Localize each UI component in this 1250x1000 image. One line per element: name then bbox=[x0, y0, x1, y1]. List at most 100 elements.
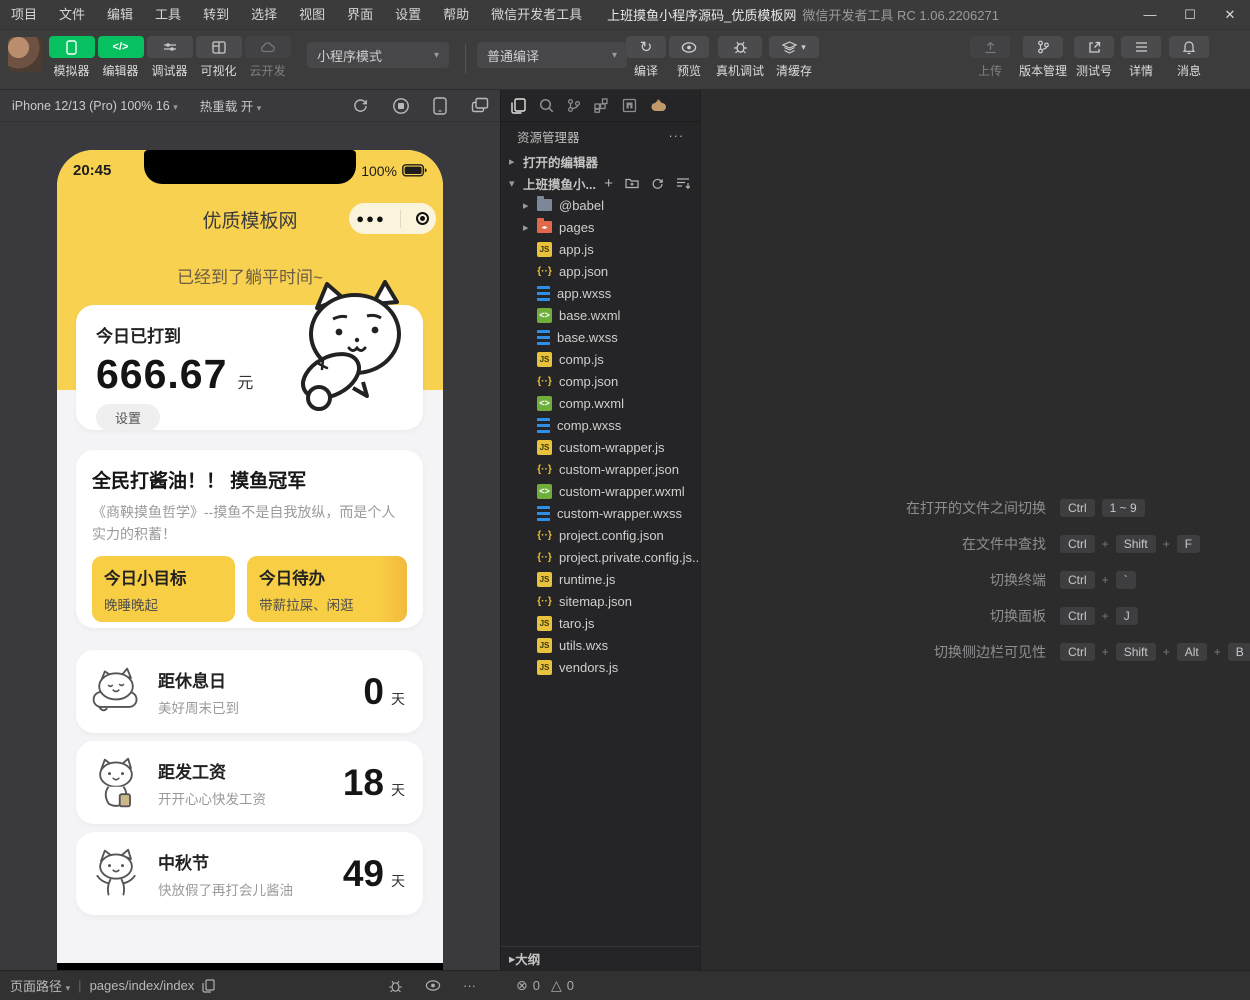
phone-screen: 20:45 100% 优质模板网 ●●● 已经到了躺平时间~ 今日已打到 666… bbox=[57, 150, 443, 963]
wxss-icon bbox=[537, 286, 550, 301]
new-folder-icon[interactable] bbox=[625, 176, 639, 191]
hot-reload-toggle[interactable]: 热重载 开 ▾ bbox=[200, 96, 262, 115]
tab-simulator[interactable]: 模拟器 bbox=[48, 36, 95, 79]
menu-help[interactable]: 帮助 bbox=[432, 0, 480, 30]
preview-button[interactable]: 预览 bbox=[667, 36, 711, 79]
tab-visual[interactable]: 可视化 bbox=[195, 36, 242, 79]
npm-icon[interactable] bbox=[622, 98, 637, 113]
file-name: sitemap.json bbox=[559, 594, 632, 609]
new-file-icon[interactable]: + bbox=[604, 176, 613, 191]
tab-editor[interactable]: </> 编辑器 bbox=[97, 36, 144, 79]
menu-view[interactable]: 视图 bbox=[288, 0, 336, 30]
capsule-menu[interactable]: ●●● bbox=[349, 203, 436, 234]
close-icon[interactable]: ✕ bbox=[1210, 0, 1250, 30]
file-row[interactable]: JScustom-wrapper.js bbox=[501, 436, 700, 458]
eye-status-icon[interactable] bbox=[425, 978, 441, 993]
settings-button[interactable]: 设置 bbox=[96, 404, 160, 431]
goal-card-todo[interactable]: 今日待办 带薪拉屎、闲逛 bbox=[247, 556, 407, 622]
collapse-all-icon[interactable] bbox=[676, 176, 690, 191]
more-dots-icon[interactable]: ●●● bbox=[356, 211, 386, 226]
file-row[interactable]: JScomp.js bbox=[501, 348, 700, 370]
extensions-icon[interactable] bbox=[594, 98, 609, 113]
slack-desc: 《商鞅摸鱼哲学》--摸鱼不是自我放纵，而是个人实力的积蓄！ bbox=[92, 502, 407, 545]
section-project-root[interactable]: ▾ 上班摸鱼小... + bbox=[501, 172, 700, 194]
multi-window-icon[interactable] bbox=[471, 97, 489, 113]
teapot-icon[interactable] bbox=[650, 99, 667, 112]
file-row[interactable]: custom-wrapper.wxss bbox=[501, 502, 700, 524]
menu-edit[interactable]: 编辑 bbox=[96, 0, 144, 30]
countdown-mid-autumn[interactable]: 中秋节 快放假了再打会儿酱油 49 天 bbox=[76, 832, 423, 915]
record-icon[interactable] bbox=[392, 97, 410, 115]
file-row[interactable]: JSutils.wxs bbox=[501, 634, 700, 656]
file-row[interactable]: JSruntime.js bbox=[501, 568, 700, 590]
chevron-down-icon: ▾ bbox=[509, 177, 523, 190]
compile-button[interactable]: ↻ 编译 bbox=[624, 36, 668, 79]
file-row[interactable]: <>comp.wxml bbox=[501, 392, 700, 414]
file-row[interactable]: <>custom-wrapper.wxml bbox=[501, 480, 700, 502]
file-row[interactable]: ▸@babel bbox=[501, 194, 700, 216]
toolbar: 模拟器 </> 编辑器 调试器 可视化 云开发 小程序模式▾ 普通编译▾ ↻ 编… bbox=[0, 30, 1250, 90]
file-row[interactable]: {··}app.json bbox=[501, 260, 700, 282]
page-path-label[interactable]: 页面路径 ▾ bbox=[10, 976, 70, 995]
git-icon[interactable] bbox=[567, 98, 581, 113]
files-icon[interactable] bbox=[511, 98, 526, 114]
home-target-icon[interactable] bbox=[416, 212, 429, 225]
tab-debugger[interactable]: 调试器 bbox=[146, 36, 193, 79]
menu-interface[interactable]: 界面 bbox=[336, 0, 384, 30]
goal-card-today[interactable]: 今日小目标 晚睡晚起 bbox=[92, 556, 235, 622]
file-row[interactable]: {··}custom-wrapper.json bbox=[501, 458, 700, 480]
file-row[interactable]: {··}project.private.config.js... bbox=[501, 546, 700, 568]
copy-path-icon[interactable] bbox=[202, 979, 215, 993]
file-row[interactable]: JSvendors.js bbox=[501, 656, 700, 678]
menu-project[interactable]: 项目 bbox=[0, 0, 48, 30]
menu-file[interactable]: 文件 bbox=[48, 0, 96, 30]
maximize-icon[interactable]: ☐ bbox=[1170, 0, 1210, 30]
file-row[interactable]: JStaro.js bbox=[501, 612, 700, 634]
file-row[interactable]: base.wxss bbox=[501, 326, 700, 348]
restart-icon[interactable] bbox=[352, 97, 369, 114]
menu-goto[interactable]: 转到 bbox=[192, 0, 240, 30]
messages-button[interactable]: 消息 bbox=[1168, 36, 1210, 79]
version-control-button[interactable]: 版本管理 bbox=[1014, 36, 1072, 79]
countdown-payday[interactable]: 距发工资 开开心心快发工资 18 天 bbox=[76, 741, 423, 824]
file-row[interactable]: JSapp.js bbox=[501, 238, 700, 260]
compile-mode-select[interactable]: 普通编译▾ bbox=[477, 42, 627, 68]
more-actions-icon[interactable]: ··· bbox=[669, 129, 685, 143]
js-icon: JS bbox=[537, 352, 552, 367]
file-row[interactable]: {··}sitemap.json bbox=[501, 590, 700, 612]
menu-devtools[interactable]: 微信开发者工具 bbox=[480, 0, 593, 30]
bug-icon bbox=[733, 40, 748, 54]
section-open-editors[interactable]: ▸ 打开的编辑器 bbox=[501, 150, 700, 172]
section-outline[interactable]: ▸ 大纲 bbox=[501, 946, 700, 970]
mode-select[interactable]: 小程序模式▾ bbox=[307, 42, 449, 68]
menu-select[interactable]: 选择 bbox=[240, 0, 288, 30]
countdown-rest-day[interactable]: 距休息日 美好周末已到 0 天 bbox=[76, 650, 423, 733]
file-row[interactable]: ▸pages bbox=[501, 216, 700, 238]
minimize-icon[interactable]: — bbox=[1130, 0, 1170, 30]
json-icon: {··} bbox=[537, 528, 552, 543]
file-row[interactable]: app.wxss bbox=[501, 282, 700, 304]
details-button[interactable]: 详情 bbox=[1120, 36, 1162, 79]
device-select[interactable]: iPhone 12/13 (Pro) 100% 16 ▾ bbox=[12, 99, 178, 113]
file-row[interactable]: comp.wxss bbox=[501, 414, 700, 436]
cloud-icon bbox=[260, 42, 275, 53]
user-avatar[interactable] bbox=[8, 37, 43, 72]
more-status-icon[interactable]: ··· bbox=[463, 978, 476, 993]
clear-cache-button[interactable]: ▾ 清缓存 bbox=[766, 36, 822, 79]
test-account-button[interactable]: 测试号 bbox=[1072, 36, 1116, 79]
errors-icon[interactable]: ⊗ bbox=[516, 977, 528, 994]
menu-settings[interactable]: 设置 bbox=[384, 0, 432, 30]
menu-tools[interactable]: 工具 bbox=[144, 0, 192, 30]
refresh-tree-icon[interactable] bbox=[651, 176, 664, 191]
debug-status-icon[interactable] bbox=[388, 978, 403, 993]
statusbar: 页面路径 ▾ | pages/index/index ··· ⊗ 0 △ 0 bbox=[0, 970, 1250, 1000]
warnings-icon[interactable]: △ bbox=[551, 977, 562, 994]
search-icon[interactable] bbox=[539, 98, 554, 113]
remote-debug-button[interactable]: 真机调试 bbox=[712, 36, 768, 79]
kbd-key: J bbox=[1116, 607, 1138, 625]
file-row[interactable]: {··}project.config.json bbox=[501, 524, 700, 546]
plus-separator: + bbox=[1163, 537, 1170, 551]
file-row[interactable]: <>base.wxml bbox=[501, 304, 700, 326]
device-frame-icon[interactable] bbox=[433, 97, 447, 115]
file-row[interactable]: {··}comp.json bbox=[501, 370, 700, 392]
